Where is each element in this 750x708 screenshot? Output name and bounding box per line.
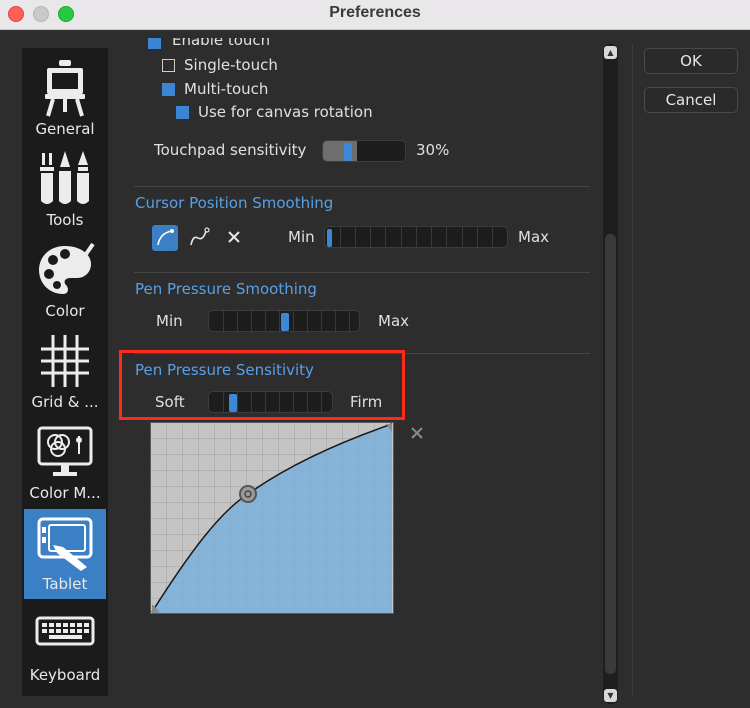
color-management-icon xyxy=(37,426,93,476)
preferences-content: General Tools Color Grid & ... Color M..… xyxy=(0,30,750,708)
canvas-rotation-checkbox[interactable] xyxy=(176,106,189,119)
sidebar-item-keyboard[interactable]: Keyboard xyxy=(24,600,106,690)
close-icon[interactable] xyxy=(226,229,242,245)
sidebar-item-label: Tools xyxy=(46,211,84,229)
touchpad-sensitivity-slider[interactable] xyxy=(322,140,406,162)
reset-curve-close-icon[interactable] xyxy=(410,426,424,440)
curve-control-point[interactable] xyxy=(239,485,257,503)
touchpad-sensitivity-label: Touchpad sensitivity xyxy=(154,141,307,159)
curve-smoothing-icon[interactable] xyxy=(152,225,178,251)
pen-smoothing-max-label: Max xyxy=(378,312,410,330)
sidebar-item-general[interactable]: General xyxy=(24,54,106,144)
enable-touch-checkbox[interactable] xyxy=(148,38,161,49)
canvas-rotation-label: Use for canvas rotation xyxy=(198,103,373,121)
path-smoothing-icon[interactable] xyxy=(188,225,212,249)
grid-icon xyxy=(41,335,89,387)
section-divider xyxy=(134,353,590,354)
slider-thumb[interactable] xyxy=(327,229,332,247)
pen-smoothing-title: Pen Pressure Smoothing xyxy=(135,280,317,298)
cursor-smoothing-slider[interactable] xyxy=(324,226,508,248)
cursor-smoothing-title: Cursor Position Smoothing xyxy=(135,194,334,212)
sidebar-item-color-management[interactable]: Color M... xyxy=(24,418,106,508)
window-title: Preferences xyxy=(329,4,421,21)
cursor-smoothing-max-label: Max xyxy=(518,228,550,246)
section-divider xyxy=(134,186,590,187)
sidebar-item-label: Color xyxy=(45,302,85,320)
keyboard-icon xyxy=(35,616,95,646)
pen-sensitivity-soft-label: Soft xyxy=(155,393,185,411)
title-bar: Preferences xyxy=(0,0,750,30)
sidebar-item-tools[interactable]: Tools xyxy=(24,145,106,235)
multi-touch-label: Multi-touch xyxy=(184,80,269,98)
pen-sensitivity-title: Pen Pressure Sensitivity xyxy=(135,361,314,379)
sidebar-item-grid[interactable]: Grid & ... xyxy=(24,327,106,417)
palette-icon xyxy=(39,242,95,294)
sidebar-item-label: General xyxy=(35,120,95,138)
vertical-separator xyxy=(632,44,633,696)
pen-smoothing-min-label: Min xyxy=(156,312,183,330)
slider-thumb[interactable] xyxy=(281,313,289,331)
sidebar-item-label: Tablet xyxy=(42,575,88,593)
enable-touch-label: Enable touch xyxy=(172,38,271,49)
easel-icon xyxy=(45,60,85,117)
sidebar-item-label: Keyboard xyxy=(29,666,101,684)
preferences-sidebar: General Tools Color Grid & ... Color M..… xyxy=(22,48,108,696)
slider-thumb[interactable] xyxy=(344,143,352,161)
tablet-settings-panel: Enable touch Single-touch Multi-touch Us… xyxy=(122,38,598,698)
slider-thumb[interactable] xyxy=(229,394,237,412)
pressure-curve-editor[interactable] xyxy=(150,422,394,614)
cursor-smoothing-min-label: Min xyxy=(288,228,315,246)
sidebar-item-tablet[interactable]: Tablet xyxy=(24,509,106,599)
cancel-button[interactable]: Cancel xyxy=(644,87,738,113)
multi-touch-checkbox[interactable] xyxy=(162,83,175,96)
touchpad-sensitivity-value: 30% xyxy=(416,141,450,159)
pen-sensitivity-firm-label: Firm xyxy=(350,393,383,411)
single-touch-checkbox[interactable] xyxy=(162,59,175,72)
pen-smoothing-slider[interactable] xyxy=(208,310,360,332)
scroll-down-arrow[interactable]: ▼ xyxy=(604,689,617,702)
scroll-thumb[interactable] xyxy=(605,234,616,674)
sidebar-item-color[interactable]: Color xyxy=(24,236,106,326)
tablet-pen-icon xyxy=(37,517,93,571)
single-touch-label: Single-touch xyxy=(184,56,278,74)
scroll-up-arrow[interactable]: ▲ xyxy=(604,46,617,59)
section-divider xyxy=(134,272,590,273)
pen-sensitivity-slider[interactable] xyxy=(208,391,333,413)
brushes-icon xyxy=(40,151,89,204)
sidebar-item-label: Color M... xyxy=(29,484,101,502)
ok-button[interactable]: OK xyxy=(644,48,738,74)
panel-scrollbar[interactable]: ▲ ▼ xyxy=(603,44,618,704)
sidebar-item-label: Grid & ... xyxy=(31,393,99,411)
